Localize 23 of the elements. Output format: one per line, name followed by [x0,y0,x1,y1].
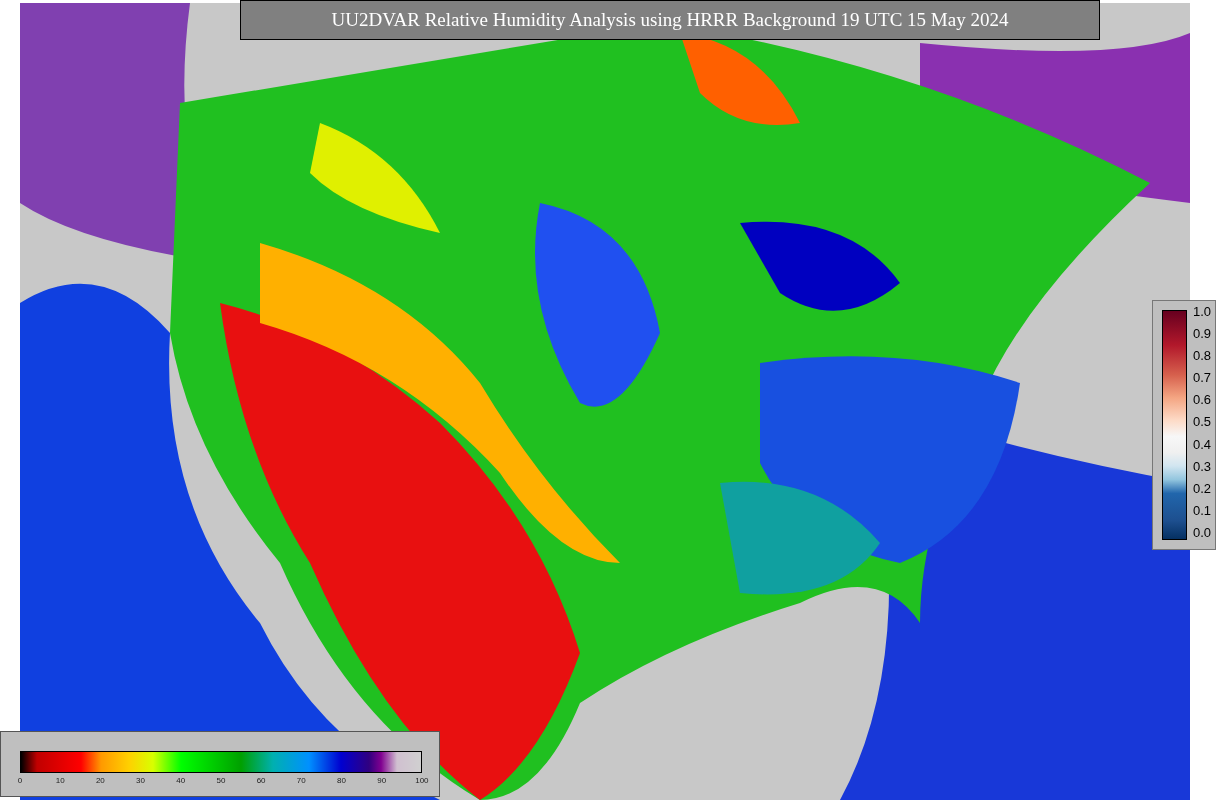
tick-label: 0.3 [1193,458,1212,474]
tick-label: 0.1 [1193,502,1212,518]
tick-label: 30 [135,776,146,786]
tick-label: 70 [295,776,307,786]
tick-label: 0.5 [1193,414,1212,430]
tick-label: 80 [336,776,347,786]
tick-label: 1.0 [1193,304,1212,319]
tick-label: 10 [54,776,66,786]
tick-label: 20 [94,776,106,786]
tick-label: 40 [175,776,187,786]
tick-label: 100 [414,776,429,786]
tick-label: 0.2 [1193,480,1212,496]
chart-title: UU2DVAR Relative Humidity Analysis using HRRR Background 19 UTC 15 May 2024 [331,7,1009,32]
tick-label: 0.8 [1193,348,1212,364]
tick-label: 60 [255,776,267,786]
tick-label: 0.6 [1193,392,1212,408]
tick-label: 0.7 [1193,370,1212,386]
tick-label: 50 [215,776,227,786]
tick-label: 0.4 [1193,436,1212,452]
tick-label: 0.9 [1193,326,1212,342]
tick-label: 0 [16,776,24,786]
tick-label: 90 [376,776,388,786]
tick-label: 0.0 [1193,524,1212,540]
